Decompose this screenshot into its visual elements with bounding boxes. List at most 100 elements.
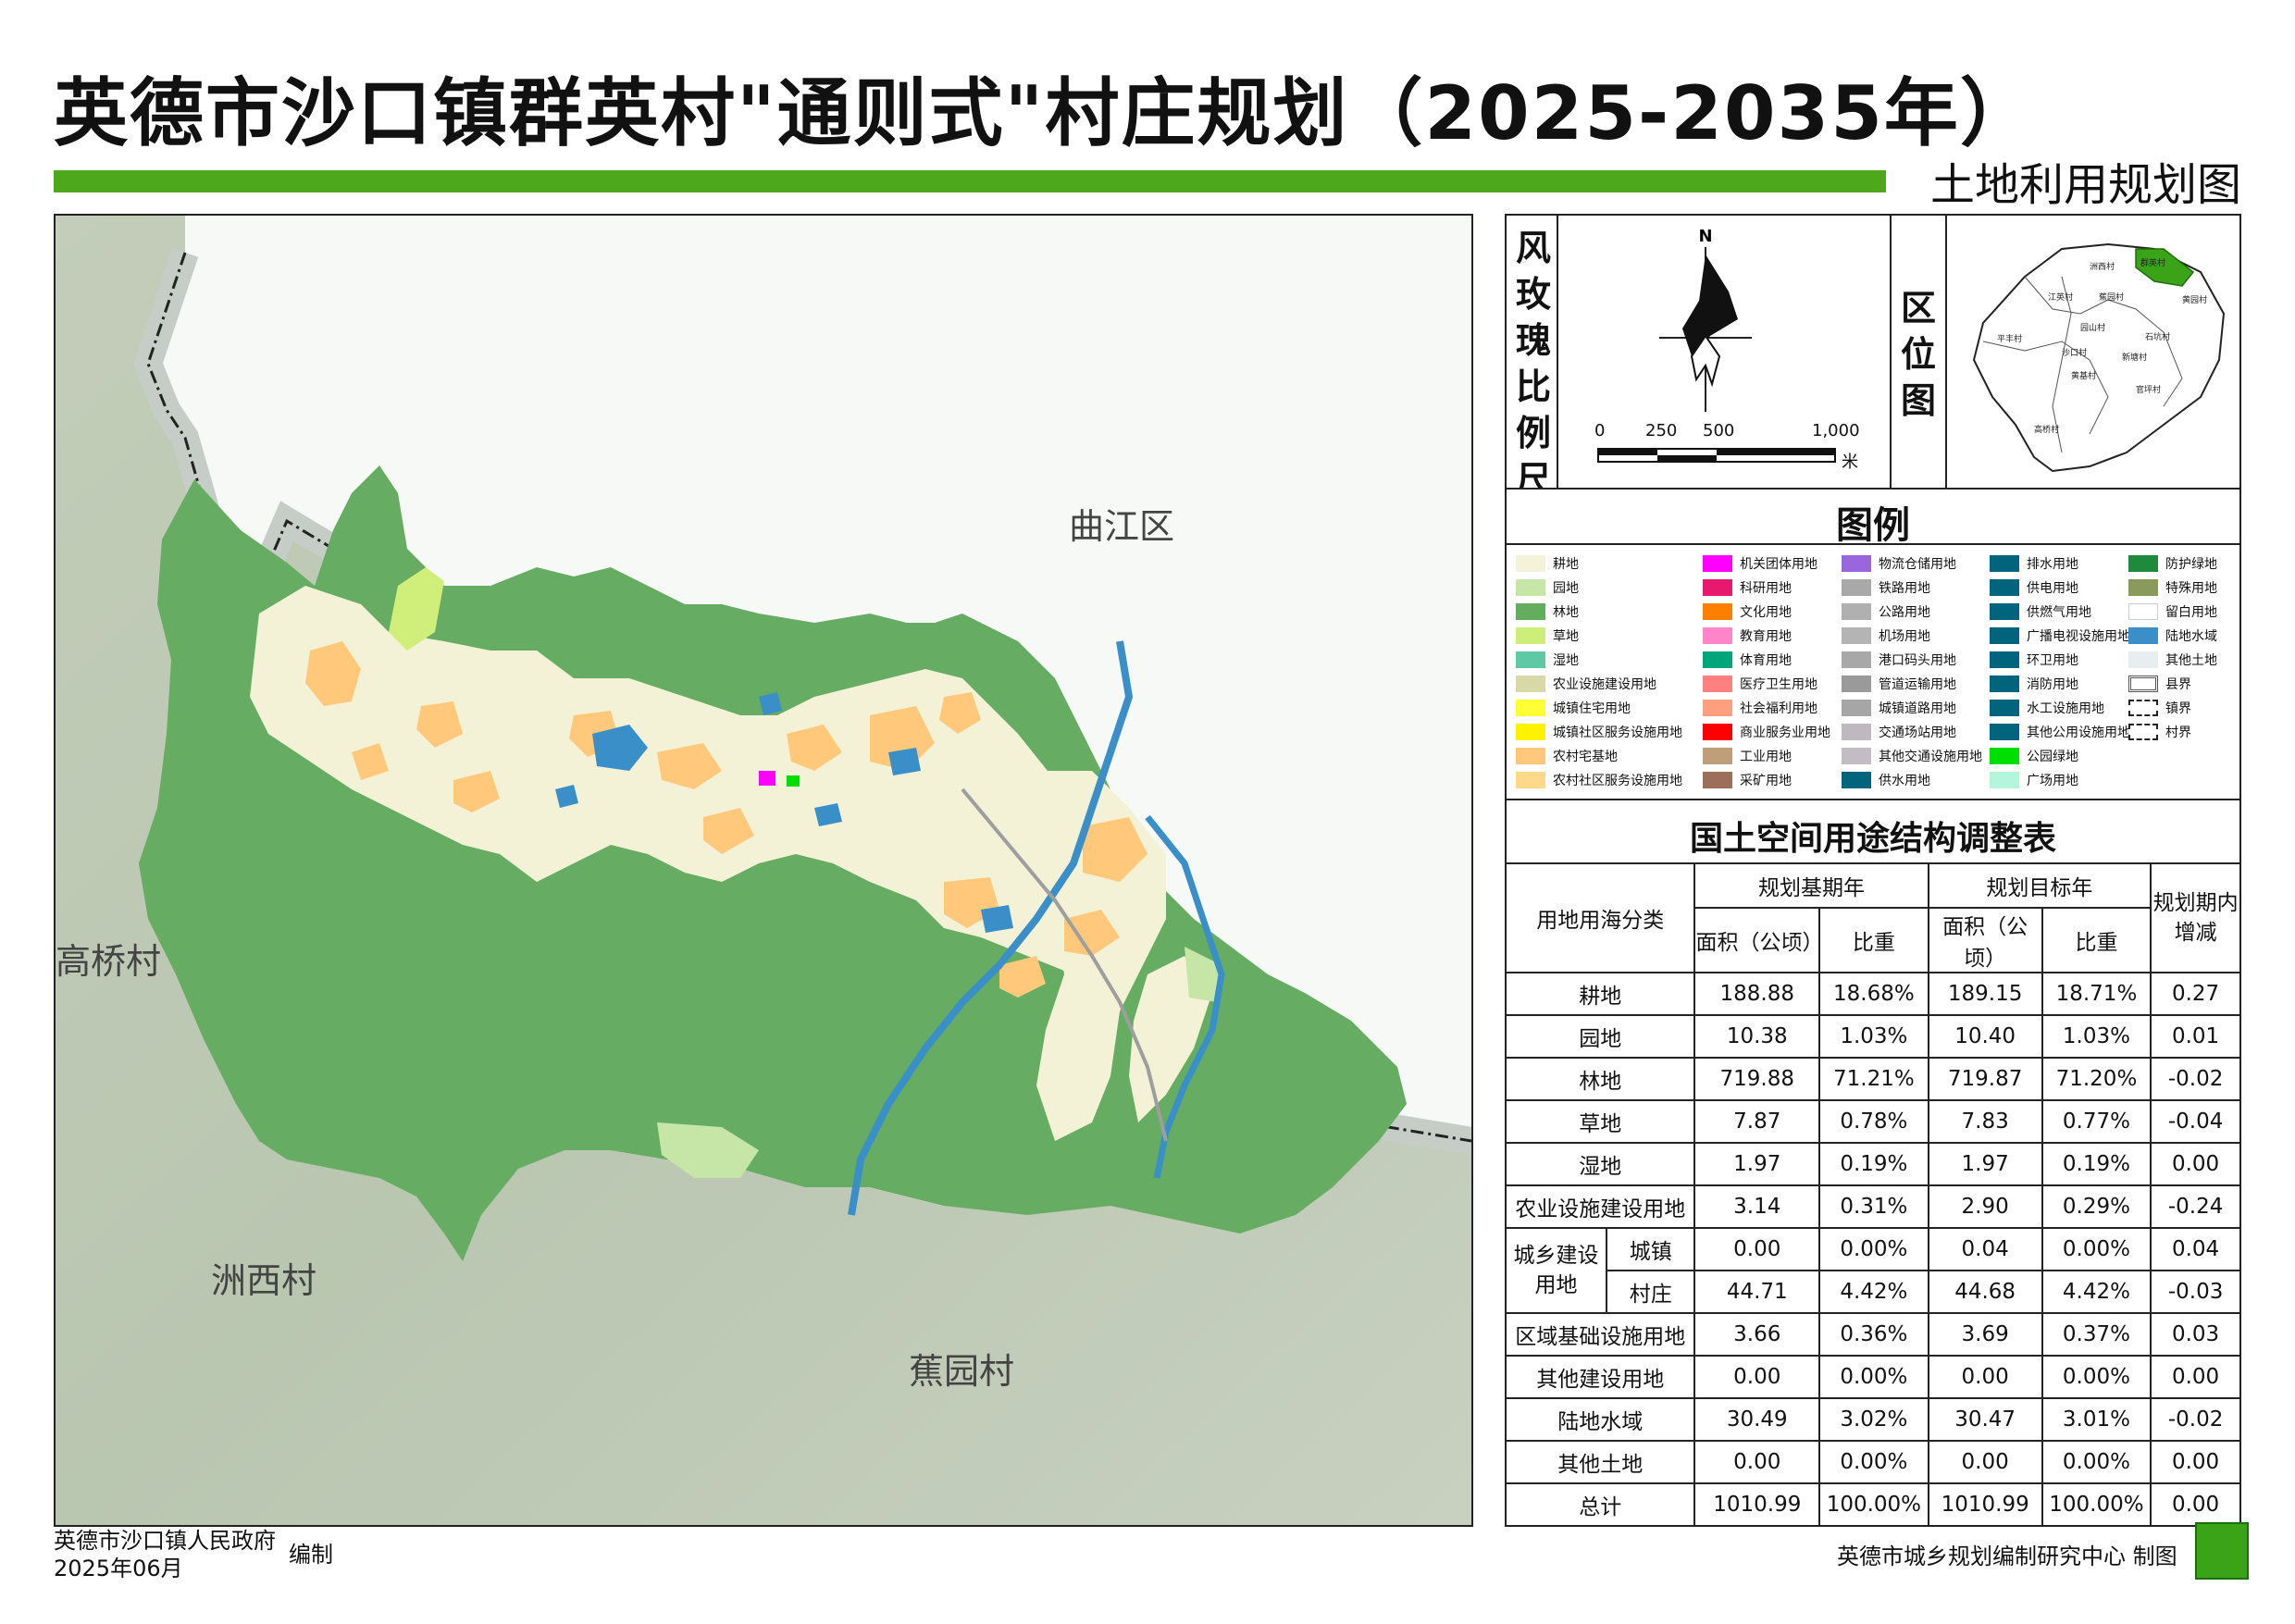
location-label-char-3: 图 [1900, 380, 1936, 421]
legend-label: 湿地 [1553, 653, 1579, 668]
table-cell-base-area: 1010.99 [1693, 1482, 1821, 1527]
table-cell-target-share: 0.00% [2041, 1440, 2152, 1484]
table-row: 湿地 1.97 0.19% 1.97 0.19% 0.00 [1504, 1142, 2241, 1186]
legend-item: 物流仓储用地 [1842, 554, 1956, 573]
legend-item: 广场用地 [1990, 771, 2078, 789]
table-cell-name: 农业设施建设用地 [1504, 1184, 1696, 1229]
legend-swatch [1842, 651, 1871, 668]
legend-item: 陆地水域 [2128, 626, 2217, 645]
legend-label: 园地 [1553, 581, 1579, 596]
legend-label: 陆地水域 [2165, 629, 2217, 644]
legend-swatch [1842, 700, 1871, 716]
scale-unit: 米 [1842, 452, 1858, 472]
north-label: N [1698, 227, 1712, 246]
table-row: 草地 7.87 0.78% 7.83 0.77% -0.04 [1504, 1099, 2241, 1144]
table-cell-base-share: 100.00% [1818, 1482, 1929, 1527]
table-cell-base-area: 0.00 [1693, 1227, 1821, 1271]
table-cell-base-area: 3.66 [1693, 1312, 1821, 1357]
legend-swatch [1990, 579, 2019, 596]
table-cell-target-share: 18.71% [2041, 972, 2152, 1016]
table-cell-name: 其他建设用地 [1504, 1355, 1696, 1399]
legend-label: 县界 [2165, 677, 2191, 692]
legend-swatch [1990, 603, 2019, 620]
legend-swatch [1990, 700, 2019, 716]
table-cell-change: -0.02 [2150, 1397, 2241, 1442]
table-row: 陆地水域 30.49 3.02% 30.47 3.01% -0.02 [1504, 1397, 2241, 1442]
table-cell-base-area: 10.38 [1693, 1014, 1821, 1059]
legend-swatch [1516, 651, 1545, 668]
legend-item: 城镇住宅用地 [1516, 699, 1631, 717]
scale-tick-500: 500 [1703, 421, 1735, 440]
header-change: 规划期内增减 [2150, 862, 2241, 973]
location-village-pingfeng: 平丰村 [1997, 333, 2022, 344]
legend-item: 其他公用设施用地 [1990, 723, 2130, 741]
header-category: 用地用海分类 [1504, 862, 1696, 973]
legend-label: 供电用地 [2027, 581, 2078, 596]
legend-swatch [1703, 676, 1732, 692]
table-cell-name: 园地 [1504, 1014, 1696, 1059]
title-bar [54, 170, 1886, 192]
table-cell-name: 草地 [1504, 1099, 1696, 1144]
legend-swatch [1703, 555, 1732, 572]
legend-swatch [1516, 748, 1545, 764]
location-village-jiaoyuan: 蕉园村 [2099, 291, 2124, 303]
rose-label-char-2: 玫 [1515, 274, 1551, 315]
table-cell-base-area: 719.88 [1693, 1057, 1821, 1101]
place-label-zhouxi: 洲西村 [211, 1260, 317, 1301]
table-title-cell: 国土空间用途结构调整表 [1505, 799, 2241, 864]
rose-label-char-3: 瑰 [1515, 320, 1551, 361]
place-label-jiaoyuan: 蕉园村 [909, 1351, 1015, 1392]
legend-label: 供燃气用地 [2027, 605, 2091, 620]
legend-label: 农村宅基地 [1553, 750, 1618, 764]
legend-item: 机场用地 [1842, 626, 1930, 645]
location-panel: 区 位 图 群英村 洲西村 蕉园村 江英村 黄园村 园山村 石坑村 平丰村 沙口… [1890, 214, 2241, 490]
table-row: 其他建设用地 0.00 0.00% 0.00 0.00% 0.00 [1504, 1355, 2241, 1399]
legend-item: 农业设施建设用地 [1516, 675, 1656, 693]
table-row: 其他土地 0.00 0.00% 0.00 0.00% 0.00 [1504, 1440, 2241, 1484]
table-cell-base-area: 7.87 [1693, 1099, 1821, 1144]
rose-scale-label: 风 玫 瑰 比 例 尺 [1510, 225, 1557, 502]
legend-swatch [1703, 603, 1732, 620]
legend-item: 体育用地 [1703, 651, 1792, 669]
legend-swatch [1842, 555, 1871, 572]
table-cell-target-area: 3.69 [1927, 1312, 2043, 1357]
place-label-qujiang: 曲江区 [1069, 506, 1175, 547]
legend-item: 供电用地 [1990, 578, 2078, 597]
legend-label: 防护绿地 [2165, 557, 2217, 572]
legend-label: 交通场站用地 [1879, 725, 1956, 740]
scale-tick-1000: 1,000 [1812, 421, 1860, 440]
table-cell-name: 湿地 [1504, 1142, 1696, 1186]
legend-label: 文化用地 [1740, 605, 1792, 620]
legend-title-divider [1507, 543, 2239, 545]
legend-item: 消防用地 [1990, 675, 2078, 693]
main-map[interactable]: 曲江区 高桥村 洲西村 蕉园村 [54, 214, 1473, 1527]
legend-item: 文化用地 [1703, 602, 1792, 621]
legend-label: 其他交通设施用地 [1879, 750, 1982, 764]
location-village-yuanshan: 园山村 [2080, 322, 2105, 333]
legend-swatch [1842, 676, 1871, 692]
table-cell-base-share: 0.78% [1818, 1099, 1929, 1144]
table-cell-base-area: 1.97 [1693, 1142, 1821, 1186]
legend-item: 耕地 [1516, 554, 1579, 573]
legend-label: 机场用地 [1879, 629, 1930, 644]
legend-swatch [2128, 555, 2158, 572]
header-target-area: 面积（公顷） [1927, 907, 2043, 973]
institution-patch [759, 771, 775, 786]
table-cell-change: 0.00 [2150, 1142, 2241, 1186]
legend-item: 县界 [2128, 675, 2191, 693]
legend-swatch [1842, 772, 1871, 788]
table-cell-target-area: 30.47 [1927, 1397, 2043, 1442]
legend-label: 广播电视设施用地 [2027, 629, 2130, 644]
legend-swatch [1516, 603, 1545, 620]
legend-item: 公路用地 [1842, 602, 1930, 621]
location-label: 区 位 图 [1895, 285, 1941, 424]
table-cell-target-area: 7.83 [1927, 1099, 2043, 1144]
legend-item: 湿地 [1516, 651, 1579, 669]
legend-item: 商业服务业用地 [1703, 723, 1830, 741]
table-cell-change: 0.00 [2150, 1355, 2241, 1399]
table-cell-base-share: 4.42% [1818, 1270, 1929, 1314]
legend-item: 特殊用地 [2128, 578, 2217, 597]
legend-swatch [1516, 579, 1545, 596]
table-cell-base-area: 3.14 [1693, 1184, 1821, 1229]
table-cell-name: 林地 [1504, 1057, 1696, 1101]
